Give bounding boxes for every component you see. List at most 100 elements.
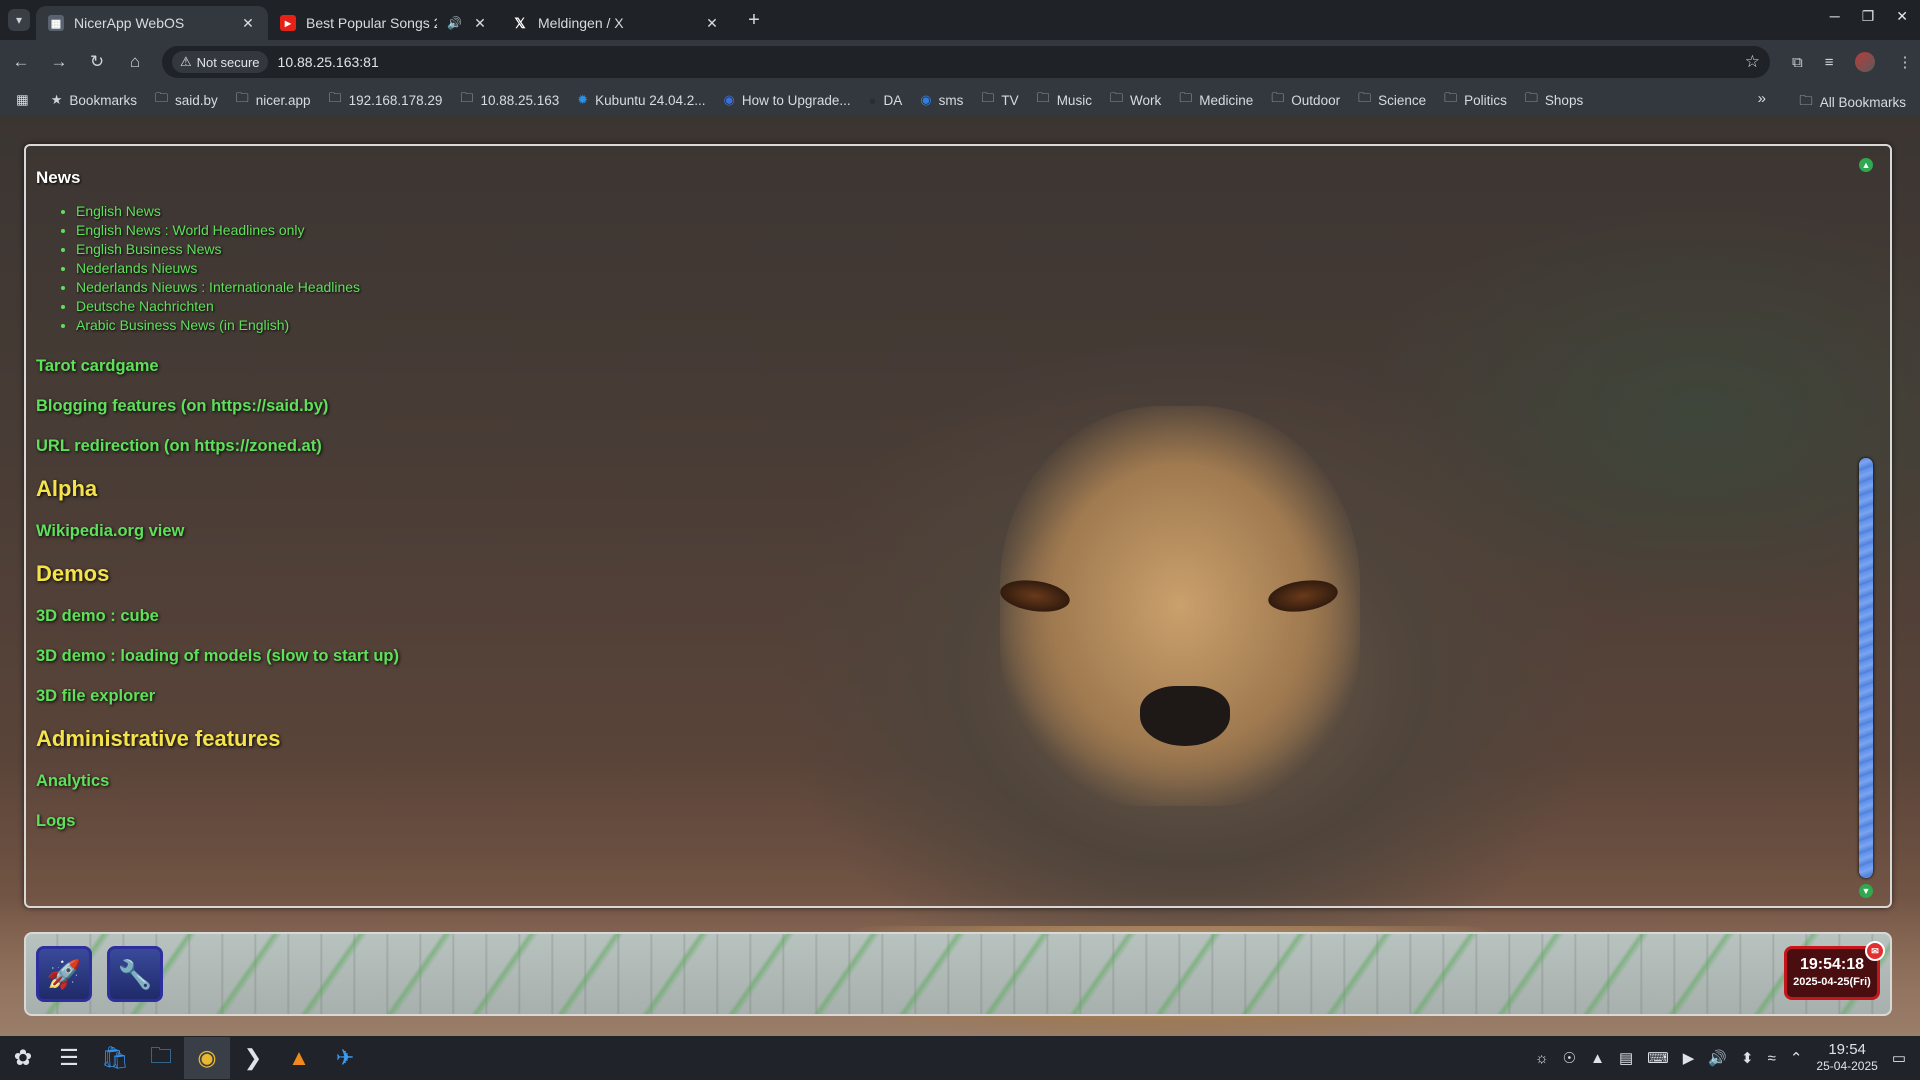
close-icon[interactable]: ✕	[704, 15, 720, 32]
tab-search-button[interactable]: ▾	[8, 9, 30, 31]
discover-store-icon[interactable]: 🛍	[92, 1037, 138, 1079]
back-icon[interactable]: ←	[4, 46, 38, 78]
minimize-icon[interactable]: ─	[1830, 8, 1840, 25]
bookmark-item[interactable]: 🗀 192.168.178.29	[329, 89, 443, 111]
bookmark-item[interactable]: 🗀 Medicine	[1179, 89, 1253, 111]
rocket-launcher-icon[interactable]: 🚀	[36, 946, 92, 1002]
taskbar-date: 25-04-2025	[1816, 1059, 1878, 1073]
bookmark-label: TV	[1001, 92, 1019, 108]
tray-expand-icon[interactable]: ⌃	[1790, 1049, 1803, 1067]
taskbar-clock[interactable]: 19:54 25-04-2025	[1816, 1041, 1877, 1075]
update-icon[interactable]: ☉	[1563, 1049, 1576, 1067]
close-icon[interactable]: ✕	[472, 15, 488, 32]
bookmark-item[interactable]: 🗀 nicer.app	[236, 89, 311, 111]
cube-demo-link[interactable]: 3D demo : cube	[36, 607, 1536, 626]
tools-icon[interactable]: 🔧	[107, 946, 163, 1002]
terminal-icon[interactable]: ❯	[230, 1037, 276, 1079]
file-manager-icon[interactable]: 🗀	[138, 1037, 184, 1079]
news-link[interactable]: English News	[76, 202, 1536, 221]
tarot-link[interactable]: Tarot cardgame	[36, 357, 1536, 376]
thunderbird-icon[interactable]: ✈	[322, 1037, 368, 1079]
bookmark-item[interactable]: 🗀 Shops	[1525, 89, 1583, 111]
bookmark-item[interactable]: 🗀 Outdoor	[1271, 89, 1340, 111]
tab-nicerapp[interactable]: ▦ NicerApp WebOS ✕	[36, 6, 268, 40]
all-bookmarks-button[interactable]: 🗀 All Bookmarks	[1799, 91, 1906, 114]
news-link[interactable]: English News : World Headlines only	[76, 221, 1536, 240]
bookmark-item[interactable]: ◉ How to Upgrade...	[724, 92, 851, 108]
admin-heading: Administrative features	[36, 726, 281, 751]
deviantart-icon: ●	[868, 92, 877, 108]
home-icon[interactable]: ⌂	[118, 46, 152, 78]
bookmark-item[interactable]: 🗀 Work	[1110, 89, 1161, 111]
wifi-icon[interactable]: ≈	[1768, 1050, 1776, 1067]
speaker-icon[interactable]: 🔊	[447, 16, 462, 30]
scroll-up-icon[interactable]: ▲	[1859, 158, 1873, 172]
bookmark-item[interactable]: 🗀 TV	[981, 89, 1018, 111]
security-label: Not secure	[196, 54, 260, 70]
vlc-icon[interactable]: ▲	[276, 1037, 322, 1079]
analytics-link[interactable]: Analytics	[36, 772, 1536, 791]
bookmark-item[interactable]: 🗀 Science	[1358, 89, 1426, 111]
news-link[interactable]: Arabic Business News (in English)	[76, 316, 1536, 335]
keyboard-icon[interactable]: ⌨	[1647, 1049, 1669, 1067]
forward-icon[interactable]: →	[42, 46, 76, 78]
bookmark-item[interactable]: ● DA	[869, 93, 903, 108]
news-link[interactable]: Nederlands Nieuws : Internationale Headl…	[76, 278, 1536, 297]
volume-icon[interactable]: 🔊	[1708, 1049, 1727, 1067]
tab-youtube[interactable]: ▶ Best Popular Songs 202 🔊 ✕	[268, 6, 500, 40]
apps-icon[interactable]: ▦	[16, 92, 29, 108]
bookmark-item[interactable]: 🗀 10.88.25.163	[460, 89, 559, 111]
scroll-down-icon[interactable]: ▼	[1859, 884, 1873, 898]
more-bookmarks-icon[interactable]: »	[1758, 90, 1766, 107]
news-link[interactable]: English Business News	[76, 240, 1536, 259]
menu-icon[interactable]: ⋮	[1897, 53, 1912, 71]
news-link[interactable]: Nederlands Nieuws	[76, 259, 1536, 278]
news-link[interactable]: Deutsche Nachrichten	[76, 297, 1536, 316]
reload-icon[interactable]: ↻	[80, 46, 114, 78]
file-explorer-link[interactable]: 3D file explorer	[36, 687, 1536, 706]
bookmark-item[interactable]: 🗀 said.by	[155, 89, 218, 111]
bluetooth-icon[interactable]: ⬍	[1741, 1049, 1754, 1067]
content-panel: News English News English News : World H…	[24, 144, 1892, 908]
bookmark-item[interactable]: 🗀 Politics	[1444, 89, 1507, 111]
clipboard-icon[interactable]: ▤	[1619, 1049, 1633, 1067]
blogging-link[interactable]: Blogging features (on https://said.by)	[36, 397, 1536, 416]
profile-avatar[interactable]	[1855, 52, 1876, 72]
show-desktop-icon[interactable]: ▭	[1892, 1049, 1906, 1067]
media-controls-icon[interactable]: ≡	[1825, 54, 1834, 71]
bookmark-item[interactable]: ◉ sms	[920, 92, 963, 108]
address-bar[interactable]: ⚠ Not secure 10.88.25.163:81 ☆	[162, 46, 1770, 78]
close-icon[interactable]: ✕	[240, 15, 256, 32]
bookmark-item[interactable]: ★ Bookmarks	[51, 92, 137, 108]
tab-strip: ▾ ▦ NicerApp WebOS ✕ ▶ Best Popular Song…	[0, 0, 1920, 40]
system-settings-icon[interactable]: ☰	[46, 1037, 92, 1079]
new-tab-button[interactable]: +	[742, 9, 766, 32]
extensions-icon[interactable]: ⧉	[1792, 54, 1803, 71]
bookmark-star-icon[interactable]: ☆	[1745, 52, 1760, 72]
logs-link[interactable]: Logs	[36, 812, 1536, 831]
tab-x[interactable]: 𝕏 Meldingen / X ✕	[500, 6, 732, 40]
bookmark-label: sms	[938, 92, 964, 108]
bookmark-label: How to Upgrade...	[741, 92, 851, 108]
media-player-icon[interactable]: ▶	[1683, 1049, 1695, 1067]
url-redirection-link[interactable]: URL redirection (on https://zoned.at)	[36, 437, 1536, 456]
url-text[interactable]: 10.88.25.163:81	[278, 54, 1735, 70]
maximize-icon[interactable]: ❐	[1862, 8, 1875, 25]
notifications-icon[interactable]: ☼	[1535, 1050, 1549, 1067]
scrollbar[interactable]: ▲ ▼	[1858, 158, 1874, 898]
mail-icon[interactable]: ✉	[1865, 941, 1885, 961]
webos-clock[interactable]: 19:54:18 2025-04-25(Fri) ✉	[1784, 941, 1885, 1000]
taskbar-time: 19:54	[1828, 1041, 1866, 1058]
application-launcher-icon[interactable]: ✿	[0, 1037, 46, 1079]
chrome-icon[interactable]: ◉	[184, 1037, 230, 1079]
clock-date: 2025-04-25(Fri)	[1793, 976, 1871, 988]
folder-icon: 🗀	[1524, 90, 1538, 105]
wikipedia-view-link[interactable]: Wikipedia.org view	[36, 522, 1536, 541]
close-window-icon[interactable]: ✕	[1896, 8, 1908, 25]
security-chip[interactable]: ⚠ Not secure	[172, 51, 268, 73]
vpn-icon[interactable]: ▲	[1590, 1050, 1605, 1067]
scrollbar-thumb[interactable]	[1859, 458, 1873, 878]
bookmark-item[interactable]: ✹ Kubuntu 24.04.2...	[577, 92, 705, 108]
bookmark-item[interactable]: 🗀 Music	[1037, 89, 1092, 111]
models-demo-link[interactable]: 3D demo : loading of models (slow to sta…	[36, 647, 1536, 666]
